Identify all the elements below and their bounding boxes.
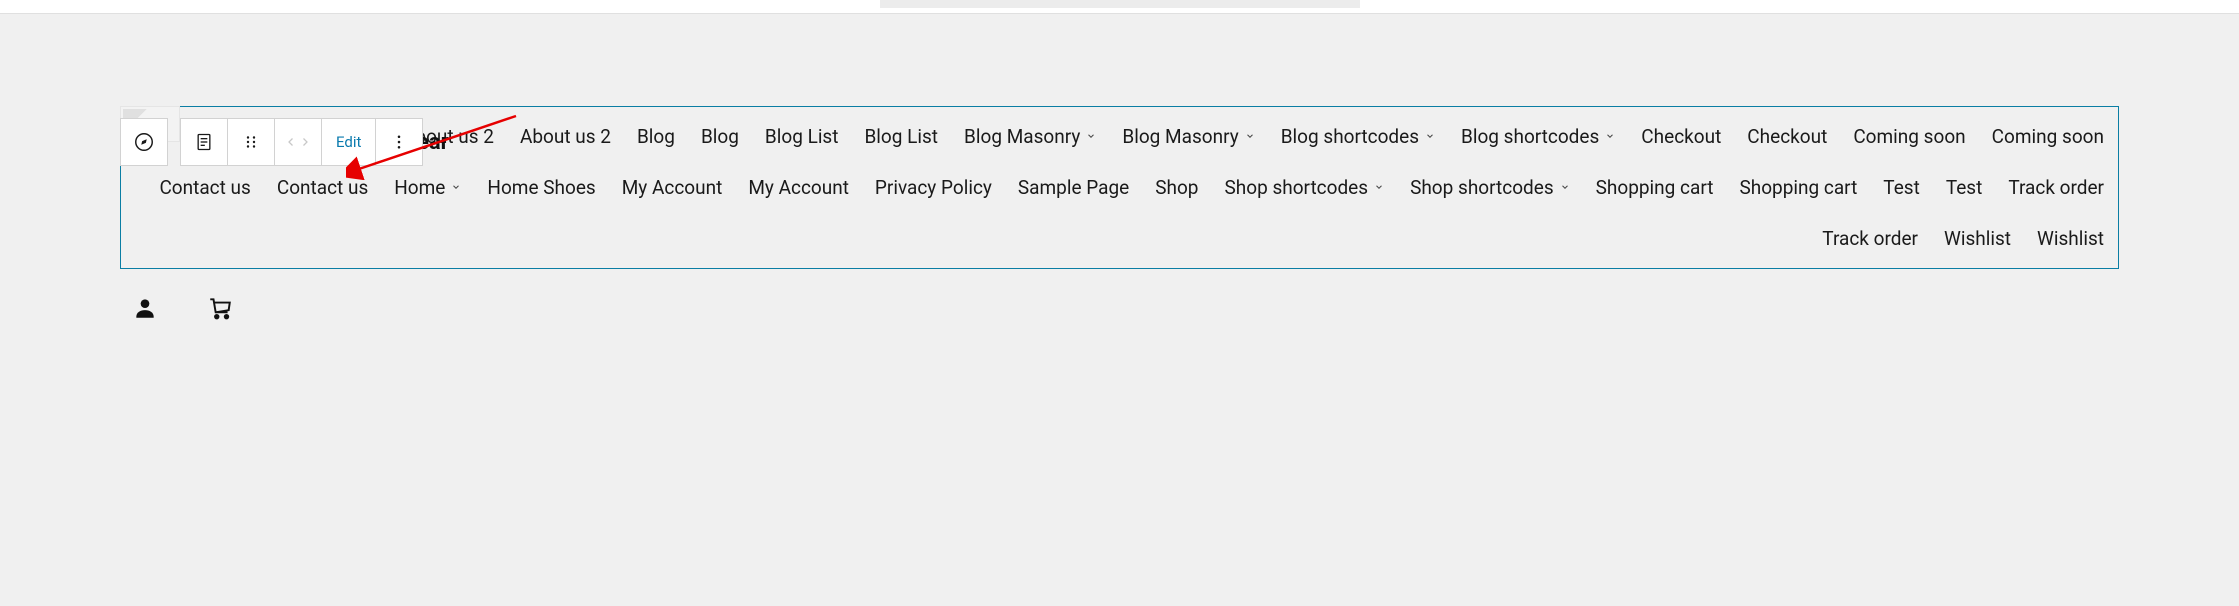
nav-item[interactable]: Blog bbox=[701, 125, 739, 148]
cart-icon bbox=[206, 295, 234, 321]
more-options-button[interactable] bbox=[375, 118, 423, 166]
nav-item-label: Sample Page bbox=[1018, 176, 1129, 199]
nav-item-label: Privacy Policy bbox=[875, 176, 992, 199]
move-buttons[interactable] bbox=[274, 118, 322, 166]
nav-item[interactable]: Track order bbox=[1822, 227, 1918, 250]
nav-item[interactable]: Test bbox=[1883, 176, 1920, 199]
nav-item[interactable]: Shop shortcodes bbox=[1410, 176, 1570, 199]
editor-top-bar bbox=[0, 0, 2239, 14]
header-icons-row bbox=[120, 295, 2119, 321]
nav-item[interactable]: Blog Masonry bbox=[964, 125, 1096, 148]
nav-item-label: My Account bbox=[622, 176, 723, 199]
nav-item[interactable]: Contact us bbox=[159, 176, 250, 199]
nav-item[interactable]: Coming soon bbox=[1853, 125, 1965, 148]
nav-item-label: Wishlist bbox=[1944, 227, 2011, 250]
nav-item-label: Coming soon bbox=[1992, 125, 2104, 148]
cart-link[interactable] bbox=[206, 295, 234, 321]
nav-item-label: Blog bbox=[637, 125, 675, 148]
nav-item[interactable]: Sample Page bbox=[1018, 176, 1129, 199]
nav-item[interactable]: Coming soon bbox=[1992, 125, 2104, 148]
nav-item[interactable]: Shopping cart bbox=[1596, 176, 1714, 199]
chevron-down-icon bbox=[1374, 181, 1384, 195]
nav-item-label: Shop bbox=[1155, 176, 1198, 199]
nav-item[interactable]: Shop shortcodes bbox=[1224, 176, 1384, 199]
more-vertical-icon bbox=[390, 133, 408, 151]
nav-item-label: About us 2 bbox=[520, 125, 611, 148]
nav-item[interactable]: Blog bbox=[637, 125, 675, 148]
account-link[interactable] bbox=[132, 295, 158, 321]
nav-item-label: Home Shoes bbox=[487, 176, 595, 199]
nav-item[interactable]: My Account bbox=[748, 176, 849, 199]
nav-item-label: Shop shortcodes bbox=[1410, 176, 1554, 199]
nav-item-label: Checkout bbox=[1747, 125, 1827, 148]
block-toolbar: Edit bbox=[120, 118, 422, 166]
nav-item[interactable]: Track order bbox=[2008, 176, 2104, 199]
nav-item-label: Wishlist bbox=[2037, 227, 2104, 250]
nav-item-label: Blog shortcodes bbox=[1461, 125, 1599, 148]
nav-item[interactable]: Blog List bbox=[864, 125, 938, 148]
block-type-button[interactable] bbox=[120, 118, 168, 166]
nav-item-label: Track order bbox=[2008, 176, 2104, 199]
select-parent-button[interactable] bbox=[180, 118, 228, 166]
edit-button-label: Edit bbox=[336, 133, 361, 151]
nav-item-label: Blog Masonry bbox=[1122, 125, 1238, 148]
user-icon bbox=[132, 295, 158, 321]
nav-item[interactable]: Home Shoes bbox=[487, 176, 595, 199]
drag-icon bbox=[242, 133, 260, 151]
chevron-down-icon bbox=[1245, 130, 1255, 144]
chevron-down-icon bbox=[1086, 130, 1096, 144]
nav-item-label: Contact us bbox=[277, 176, 368, 199]
top-bar-placeholder bbox=[880, 0, 1360, 8]
nav-item[interactable]: Wishlist bbox=[2037, 227, 2104, 250]
nav-item-label: Track order bbox=[1822, 227, 1918, 250]
nav-item-label: My Account bbox=[748, 176, 849, 199]
nav-item[interactable]: Blog shortcodes bbox=[1281, 125, 1435, 148]
chevron-down-icon bbox=[1425, 130, 1435, 144]
nav-item-label: Shop shortcodes bbox=[1224, 176, 1368, 199]
nav-item[interactable]: Contact us bbox=[277, 176, 368, 199]
nav-item-label: Contact us bbox=[159, 176, 250, 199]
chevron-right-icon bbox=[299, 135, 311, 149]
nav-item[interactable]: Shopping cart bbox=[1739, 176, 1857, 199]
nav-item[interactable]: Checkout bbox=[1747, 125, 1827, 148]
chevron-down-icon bbox=[1560, 181, 1570, 195]
editor-canvas: Gear bbox=[0, 14, 2239, 381]
site-area: Gear bbox=[120, 106, 2119, 321]
nav-item-label: Blog Masonry bbox=[964, 125, 1080, 148]
nav-item-label: Checkout bbox=[1641, 125, 1721, 148]
nav-item-label: Test bbox=[1946, 176, 1983, 199]
drag-handle[interactable] bbox=[227, 118, 275, 166]
nav-item-label: Home bbox=[394, 176, 445, 199]
chevron-down-icon bbox=[1605, 130, 1615, 144]
toolbar-segment: Edit bbox=[180, 118, 422, 166]
nav-item[interactable]: Privacy Policy bbox=[875, 176, 992, 199]
nav-item-label: Coming soon bbox=[1853, 125, 1965, 148]
nav-item[interactable]: Blog List bbox=[765, 125, 839, 148]
nav-item[interactable]: About us 2 bbox=[520, 125, 611, 148]
chevron-down-icon bbox=[451, 181, 461, 195]
nav-item-label: Test bbox=[1883, 176, 1920, 199]
nav-item[interactable]: Wishlist bbox=[1944, 227, 2011, 250]
nav-item[interactable]: Home bbox=[394, 176, 461, 199]
page-icon bbox=[194, 132, 214, 152]
nav-item[interactable]: Test bbox=[1946, 176, 1983, 199]
nav-item-label: Shopping cart bbox=[1739, 176, 1857, 199]
nav-item-label: Blog bbox=[701, 125, 739, 148]
nav-item-label: Blog List bbox=[765, 125, 839, 148]
nav-item-label: Shopping cart bbox=[1596, 176, 1714, 199]
compass-icon bbox=[133, 131, 155, 153]
nav-item[interactable]: Blog Masonry bbox=[1122, 125, 1254, 148]
nav-item[interactable]: Blog shortcodes bbox=[1461, 125, 1615, 148]
edit-button[interactable]: Edit bbox=[321, 118, 376, 166]
nav-item[interactable]: My Account bbox=[622, 176, 723, 199]
nav-item-label: Blog shortcodes bbox=[1281, 125, 1419, 148]
nav-item-label: Blog List bbox=[864, 125, 938, 148]
nav-item[interactable]: Shop bbox=[1155, 176, 1198, 199]
nav-item[interactable]: Checkout bbox=[1641, 125, 1721, 148]
chevron-left-icon bbox=[285, 135, 297, 149]
